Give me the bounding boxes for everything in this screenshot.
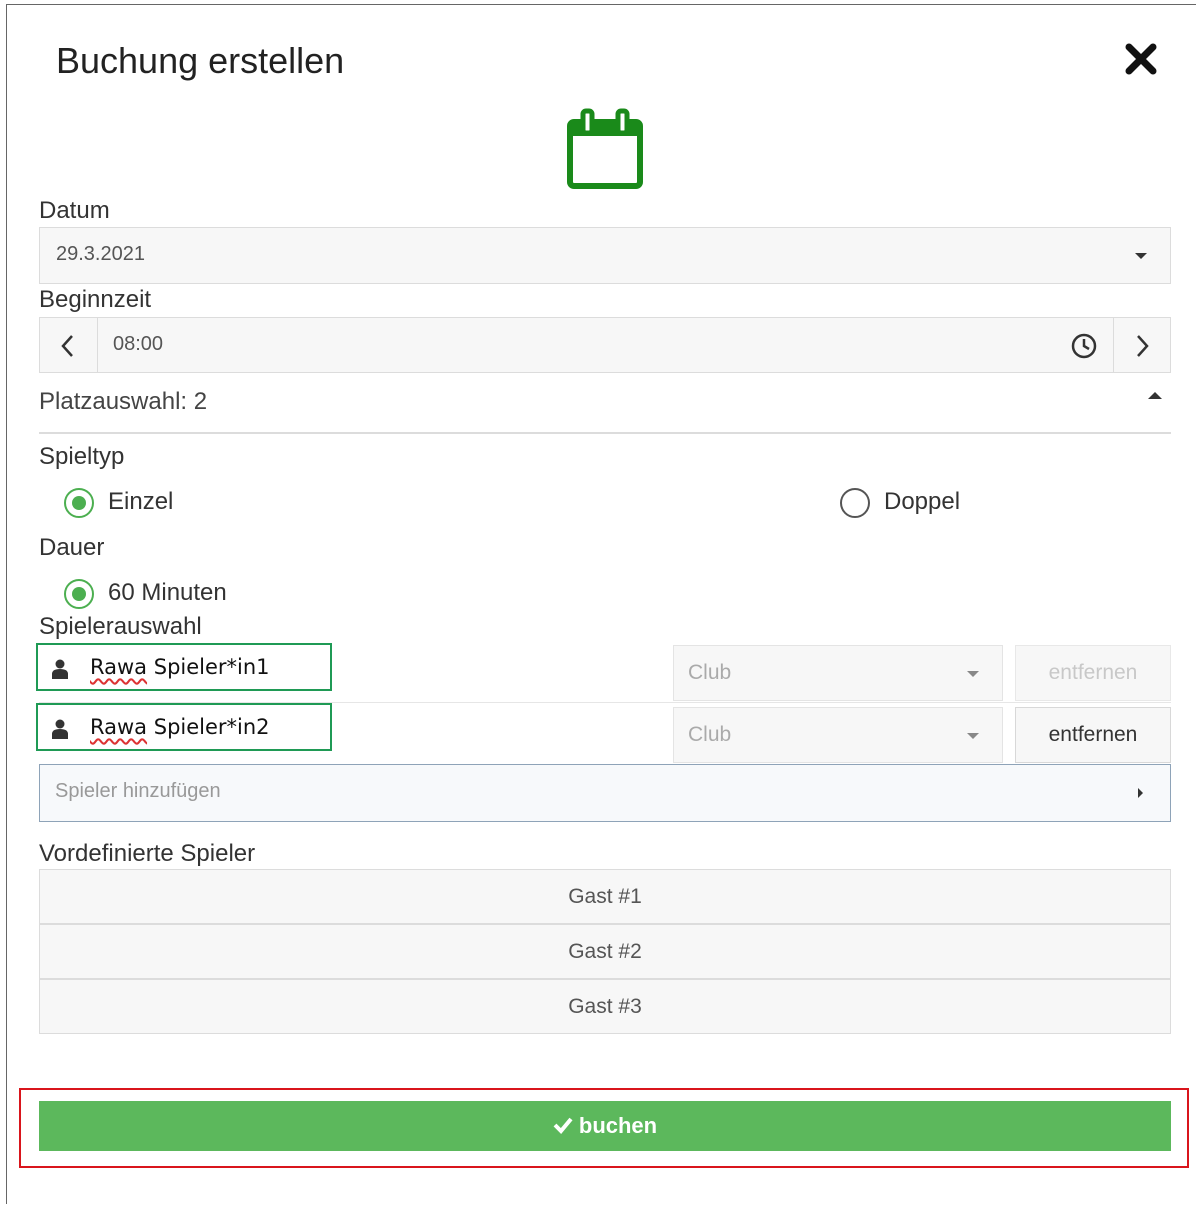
- chevron-right-icon: [1138, 788, 1143, 798]
- radio-60-minuten-label[interactable]: 60 Minuten: [108, 579, 227, 607]
- chevron-down-icon: [967, 733, 979, 739]
- chevron-left-icon: [61, 335, 73, 357]
- predefined-player-button[interactable]: Gast #3: [39, 979, 1171, 1034]
- vordefiniert-label: Vordefinierte Spieler: [39, 840, 256, 867]
- predefined-player-button[interactable]: Gast #2: [39, 924, 1171, 979]
- predefined-player-button[interactable]: Gast #1: [39, 869, 1171, 924]
- check-icon: [553, 1117, 573, 1135]
- add-player-placeholder: Spieler hinzufügen: [55, 780, 221, 802]
- club-placeholder: Club: [688, 723, 732, 746]
- calendar-icon: [567, 108, 643, 189]
- date-value: 29.3.2021: [56, 243, 145, 265]
- user-icon: [52, 719, 68, 739]
- radio-doppel[interactable]: [840, 488, 870, 518]
- platzauswahl-toggle[interactable]: Platzauswahl: 2: [39, 388, 207, 416]
- clock-icon[interactable]: [1070, 332, 1098, 360]
- time-next-button[interactable]: [1113, 317, 1171, 373]
- dauer-label: Dauer: [39, 534, 105, 561]
- radio-einzel[interactable]: [64, 488, 94, 518]
- chevron-right-icon: [1137, 335, 1149, 357]
- date-select[interactable]: 29.3.2021: [39, 227, 1171, 284]
- chevron-down-icon: [1135, 253, 1147, 259]
- user-icon: [52, 659, 68, 679]
- radio-einzel-label[interactable]: Einzel: [108, 488, 173, 516]
- divider: [39, 432, 1171, 434]
- dialog-title: Buchung erstellen: [56, 40, 345, 81]
- club-select[interactable]: Club: [673, 707, 1003, 763]
- spielerauswahl-label: Spielerauswahl: [39, 613, 202, 640]
- chevron-up-icon[interactable]: [1148, 392, 1162, 399]
- player-chip: Rawa Spieler*in2: [36, 703, 332, 751]
- time-value: 08:00: [113, 333, 164, 355]
- add-player-input[interactable]: Spieler hinzufügen: [39, 764, 1171, 822]
- radio-doppel-label[interactable]: Doppel: [884, 488, 960, 516]
- time-prev-button[interactable]: [39, 317, 98, 373]
- close-icon[interactable]: [1124, 42, 1158, 76]
- time-input[interactable]: 08:00: [97, 317, 1114, 373]
- club-placeholder: Club: [688, 661, 732, 684]
- player-chip: Rawa Spieler*in1: [36, 643, 332, 691]
- datum-label: Datum: [39, 197, 110, 224]
- remove-player-button[interactable]: entfernen: [1015, 645, 1171, 701]
- book-button[interactable]: buchen: [39, 1101, 1171, 1151]
- player-name: Rawa Spieler*in2: [90, 715, 270, 739]
- remove-player-button[interactable]: entfernen: [1015, 707, 1171, 763]
- radio-60-minuten[interactable]: [64, 579, 94, 609]
- player-name: Rawa Spieler*in1: [90, 655, 270, 679]
- book-button-label: buchen: [578, 1113, 658, 1138]
- chevron-down-icon: [967, 671, 979, 677]
- spieltyp-label: Spieltyp: [39, 443, 125, 470]
- beginnzeit-label: Beginnzeit: [39, 286, 152, 313]
- club-select[interactable]: Club: [673, 645, 1003, 701]
